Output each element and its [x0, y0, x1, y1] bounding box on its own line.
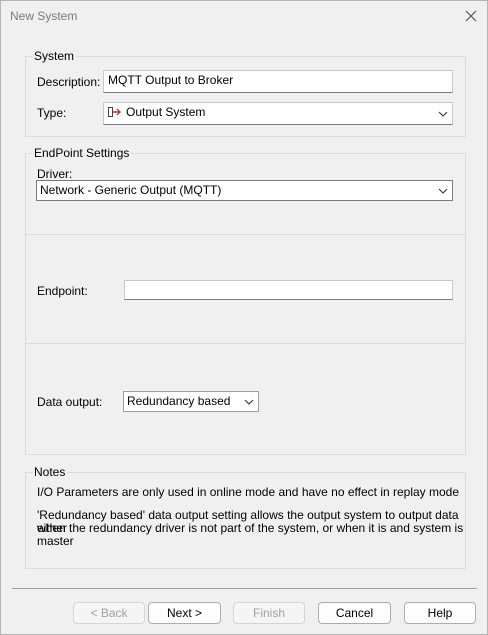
next-button[interactable]: Next > — [148, 602, 221, 624]
help-button[interactable]: Help — [404, 602, 476, 624]
type-select[interactable]: Output System — [103, 102, 453, 125]
type-label: Type: — [37, 106, 67, 120]
notes-text-line-1: I/O Parameters are only used in online m… — [37, 485, 460, 499]
data-output-section-divider — [26, 343, 465, 344]
chevron-down-icon — [438, 188, 448, 194]
cancel-button[interactable]: Cancel — [318, 602, 391, 624]
notes-group-label: Notes — [32, 465, 68, 479]
driver-select-value: Network - Generic Output (MQTT) — [40, 183, 222, 197]
type-select-value: Output System — [126, 105, 206, 119]
endpoint-section-divider — [26, 234, 465, 235]
chevron-down-icon — [244, 399, 254, 405]
data-output-select-value: Redundancy based — [127, 394, 231, 408]
driver-select[interactable]: Network - Generic Output (MQTT) — [36, 180, 453, 201]
data-output-label: Data output: — [37, 395, 103, 409]
endpoint-settings-group-label: EndPoint Settings — [32, 146, 132, 160]
back-button[interactable]: < Back — [73, 602, 145, 624]
notes-text-line-2b: when the redundancy driver is not part o… — [37, 521, 464, 548]
new-system-dialog: New System System Description: MQTT Outp… — [0, 0, 488, 635]
system-group-label: System — [32, 49, 77, 63]
button-separator — [12, 588, 477, 589]
chevron-down-icon — [438, 111, 448, 117]
endpoint-field[interactable] — [124, 280, 453, 300]
title-bar: New System — [1, 1, 487, 31]
output-system-icon — [108, 107, 121, 117]
close-icon[interactable] — [463, 8, 479, 24]
endpoint-label: Endpoint: — [37, 284, 88, 298]
driver-label: Driver: — [37, 167, 73, 181]
data-output-select[interactable]: Redundancy based — [123, 391, 259, 412]
window-title: New System — [10, 9, 78, 23]
description-field[interactable]: MQTT Output to Broker — [103, 70, 453, 93]
finish-button[interactable]: Finish — [233, 602, 305, 624]
description-label: Description: — [37, 75, 101, 89]
